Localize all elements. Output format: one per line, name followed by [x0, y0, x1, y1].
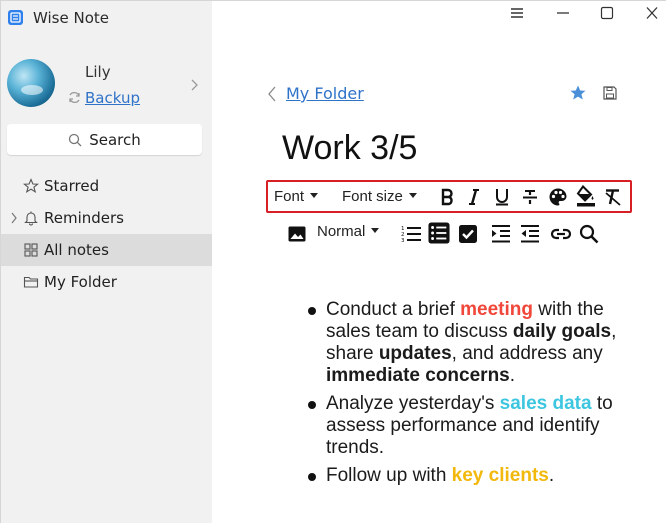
- image-icon: [288, 226, 306, 242]
- ordered-list-button[interactable]: 1 2 3: [400, 223, 422, 245]
- bullet-list-icon: [428, 222, 450, 244]
- ordered-list-icon: 1 2 3: [401, 226, 421, 244]
- maximize-icon[interactable]: [598, 5, 616, 20]
- backup-link[interactable]: Backup: [85, 89, 140, 107]
- breadcrumb[interactable]: My Folder: [286, 84, 364, 103]
- clear-format-button[interactable]: [602, 186, 624, 208]
- star-outline-icon: [23, 178, 39, 194]
- font-size-dropdown-label: Font size: [342, 188, 403, 205]
- bell-icon: [24, 211, 38, 226]
- note-body[interactable]: Conduct a brief meeting with the sales t…: [302, 299, 622, 493]
- search-icon: [579, 224, 599, 244]
- italic-icon: [469, 189, 479, 205]
- highlight-color-button[interactable]: [575, 185, 597, 207]
- search-button[interactable]: Search: [7, 124, 202, 155]
- text-color-button[interactable]: [547, 186, 569, 208]
- underline-button[interactable]: [491, 186, 513, 208]
- sidebar-item-my-folder[interactable]: My Folder: [1, 266, 212, 298]
- app-title: Wise Note: [33, 9, 109, 27]
- text-segment: .: [548, 465, 555, 486]
- caret-down-icon: [408, 193, 417, 198]
- back-chevron-icon[interactable]: [267, 85, 277, 103]
- formatted-text-segment: sales data: [499, 393, 592, 414]
- svg-text:3: 3: [401, 238, 405, 244]
- paragraph-toolbar: Normal 1 2 3: [282, 220, 612, 248]
- chevron-right-icon[interactable]: [10, 212, 18, 224]
- indent-icon: [492, 225, 510, 243]
- text-segment: Conduct a brief: [326, 299, 461, 320]
- text-segment: , and address any: [451, 343, 603, 364]
- underline-icon: [496, 189, 508, 206]
- link-icon: [550, 228, 572, 240]
- clear-format-icon: [605, 189, 621, 206]
- note-title[interactable]: Work 3/5: [282, 129, 417, 168]
- sidebar-item-starred[interactable]: Starred: [1, 170, 212, 202]
- bullet-dot-icon: [308, 307, 316, 315]
- checkbox-icon: [459, 225, 477, 243]
- insert-link-button[interactable]: [550, 223, 572, 245]
- sidebar-item-label: Starred: [44, 177, 100, 195]
- sidebar: Wise Note Lily Backup Search Starred Rem…: [1, 1, 212, 523]
- app-window: Wise Note Lily Backup Search Starred Rem…: [0, 0, 666, 523]
- search-icon: [69, 133, 82, 146]
- strikethrough-button[interactable]: [519, 186, 541, 208]
- bullet-dot-icon: [308, 473, 316, 481]
- folder-icon: [23, 276, 39, 288]
- sidebar-item-all-notes[interactable]: All notes: [1, 234, 212, 266]
- caret-down-icon: [310, 193, 319, 198]
- minimize-icon[interactable]: [554, 5, 572, 19]
- indent-button[interactable]: [490, 223, 512, 245]
- menu-icon[interactable]: [508, 5, 526, 19]
- save-icon[interactable]: [602, 85, 618, 101]
- sidebar-item-reminders[interactable]: Reminders: [1, 202, 212, 234]
- sidebar-item-label: All notes: [44, 241, 109, 259]
- fill-bucket-icon: [576, 185, 595, 207]
- paragraph-style-dropdown[interactable]: Normal: [317, 223, 380, 240]
- search-label: Search: [89, 130, 141, 149]
- formatted-text-segment: meeting: [460, 299, 533, 320]
- bullet-list-button[interactable]: [428, 222, 450, 244]
- formatted-text-segment: immediate concerns: [326, 365, 510, 386]
- note-editor: My Folder Work 3/5 Font Font size Normal…: [212, 1, 666, 523]
- outdent-icon: [521, 225, 539, 243]
- font-dropdown[interactable]: Font: [274, 188, 319, 205]
- text-segment: .: [509, 365, 516, 386]
- paragraph-style-label: Normal: [317, 223, 366, 240]
- star-icon[interactable]: [569, 84, 587, 102]
- text-segment: Follow up with: [326, 465, 452, 486]
- caret-down-icon: [371, 228, 380, 233]
- close-icon[interactable]: [643, 5, 661, 19]
- outdent-button[interactable]: [519, 223, 541, 245]
- list-item[interactable]: Follow up with key clients.: [302, 465, 622, 487]
- user-name: Lily: [85, 63, 111, 81]
- formatted-text-segment: daily goals: [512, 321, 612, 342]
- palette-icon: [549, 188, 567, 206]
- list-item[interactable]: Analyze yesterday's sales data to assess…: [302, 393, 622, 459]
- sidebar-item-label: My Folder: [44, 273, 117, 291]
- bold-icon: [441, 188, 453, 206]
- bullet-dot-icon: [308, 401, 316, 409]
- app-logo-icon: [8, 10, 23, 25]
- formatted-text-segment: key clients: [451, 465, 549, 486]
- list-item[interactable]: Conduct a brief meeting with the sales t…: [302, 299, 622, 387]
- find-button[interactable]: [578, 223, 600, 245]
- strikethrough-icon: [523, 190, 537, 204]
- chevron-right-icon[interactable]: [189, 77, 199, 91]
- grid-icon: [24, 243, 38, 257]
- text-segment: Analyze yesterday's: [326, 393, 500, 414]
- sidebar-item-label: Reminders: [44, 209, 124, 227]
- font-size-dropdown[interactable]: Font size: [342, 188, 417, 205]
- avatar[interactable]: [7, 59, 55, 107]
- sync-icon: [67, 90, 82, 105]
- formatting-toolbar: Font Font size: [266, 180, 632, 213]
- italic-button[interactable]: [463, 186, 485, 208]
- insert-image-button[interactable]: [286, 223, 308, 245]
- checklist-button[interactable]: [457, 223, 479, 245]
- bold-button[interactable]: [436, 186, 458, 208]
- font-dropdown-label: Font: [274, 188, 305, 205]
- formatted-text-segment: updates: [378, 343, 452, 364]
